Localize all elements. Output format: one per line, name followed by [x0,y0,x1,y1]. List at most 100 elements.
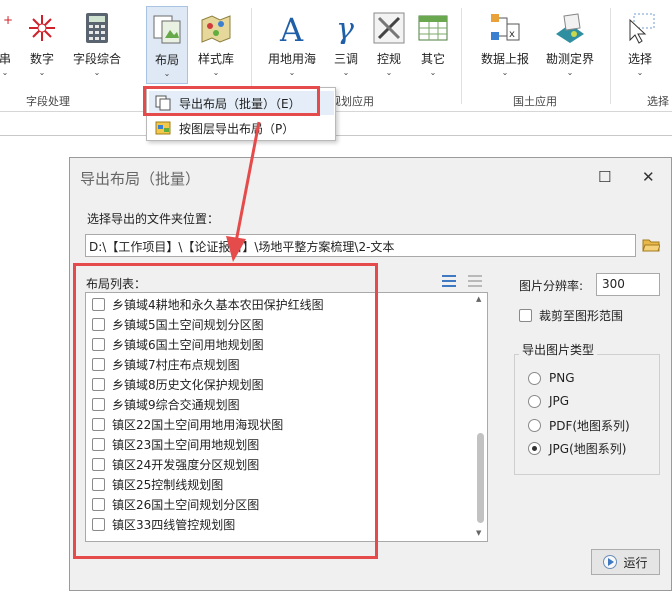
layout-copy-icon [155,95,171,111]
radio-pdf-map-series[interactable]: PDF(地图系列) [528,417,630,434]
svg-text:+: + [3,13,13,27]
chevron-down-icon: ⌄ [38,68,46,77]
group-label-field-processing: 字段处理 [26,95,70,108]
scroll-up-icon[interactable]: ▲ [476,295,481,303]
checkbox[interactable] [92,397,105,411]
ribbon-bottom-strip [0,112,672,136]
radio-button[interactable] [528,419,541,432]
checkbox[interactable] [92,517,105,531]
checkbox[interactable] [92,357,105,371]
svg-text:γ: γ [336,12,354,44]
menu-item-export-by-layer[interactable]: 按图层导出布局（P） [149,116,334,140]
sparkle-number-icon [26,12,58,44]
path-label: 选择导出的文件夹位置： [87,212,220,226]
run-button[interactable]: 运行 [591,549,660,575]
layer-export-icon [155,120,171,136]
list-item[interactable]: 镇区22国土空间用地用海现状图 [92,414,283,434]
chevron-down-icon: ⌄ [385,68,393,77]
list-item[interactable]: 乡镇域6国土空间用地规划图 [92,334,264,354]
resolution-label: 图片分辨率: [519,279,584,293]
table-icon [417,12,449,44]
list-item[interactable]: 镇区33四线管控规划图 [92,514,235,534]
checkbox[interactable] [92,417,105,431]
ribbon-button-land-sea[interactable]: A 用地用海 ⌄ [264,6,320,84]
survey-icon [554,12,586,44]
ribbon-separator [610,8,611,104]
group-label-planning: 规划应用 [330,95,374,108]
checkbox[interactable] [92,457,105,471]
image-type-legend: 导出图片类型 [519,341,598,358]
chevron-down-icon: ⌄ [636,68,644,77]
chevron-down-icon: ⌄ [342,68,350,77]
radio-button-selected[interactable] [528,442,541,455]
letter-a-icon: A [276,11,308,49]
select-cursor-icon [624,12,656,44]
list-item[interactable]: 乡镇域5国土空间规划分区图 [92,314,264,334]
folder-path-input[interactable]: D:\【工作项目】\【论证报告】\场地平整方案梳理\2-文本 [85,234,636,257]
checkbox[interactable] [92,297,105,311]
chevron-down-icon: ⌄ [163,69,171,78]
ribbon-button-data-report[interactable]: x 数据上报 ⌄ [476,6,534,84]
maximize-button[interactable]: ☐ [598,168,611,186]
crop-checkbox[interactable] [519,309,532,322]
chevron-down-icon: ⌄ [93,68,101,77]
svg-text:A: A [279,12,304,44]
chevron-down-icon: ⌄ [1,68,9,77]
ribbon-separator [461,8,462,104]
deselect-all-icon[interactable] [468,275,482,287]
layout-listbox[interactable]: 乡镇域4耕地和永久基本农田保护红线图 乡镇域5国土空间规划分区图 乡镇域6国土空… [85,292,488,542]
ribbon-button-layout[interactable]: 布局 ⌄ [146,6,188,84]
svg-text:x: x [509,29,515,40]
radio-jpg[interactable]: JPG [528,394,569,408]
ribbon-button-number[interactable]: 数字 ⌄ [24,6,60,84]
radio-button[interactable] [528,371,541,385]
list-item[interactable]: 乡镇域8历史文化保护规划图 [92,374,264,394]
sparkle-icon: + [0,12,21,44]
checkbox[interactable] [92,337,105,351]
crop-checkbox-row[interactable]: 裁剪至图形范围 [519,307,623,324]
menu-item-export-layout-batch[interactable]: 导出布局（批量）（E） [149,91,334,115]
ribbon-button-sandiao[interactable]: γ 三调 ⌄ [330,6,362,84]
ribbon-button-field-summary[interactable]: 字段综合 ⌄ [70,6,124,84]
layout-dropdown-menu: 导出布局（批量）（E） 按图层导出布局（P） [146,87,336,141]
scrollbar-thumb[interactable] [477,433,484,523]
list-item[interactable]: 镇区24开发强度分区规划图 [92,454,259,474]
list-scrollbar[interactable]: ▲ ▼ [475,295,485,539]
dialog-title: 导出布局（批量） [80,170,201,188]
list-item[interactable]: 镇区25控制线规划图 [92,474,223,494]
select-all-icon[interactable] [442,275,456,287]
close-button[interactable]: ✕ [642,168,655,186]
ribbon-button-style-library[interactable]: 样式库 ⌄ [194,6,238,84]
radio-jpg-map-series[interactable]: JPG(地图系列) [528,440,626,457]
data-report-icon: x [489,12,521,44]
export-layout-dialog: 导出布局（批量） ☐ ✕ 选择导出的文件夹位置： D:\【工作项目】\【论证报告… [69,157,672,591]
checkbox[interactable] [92,477,105,491]
checkbox[interactable] [92,497,105,511]
list-item[interactable]: 镇区23国土空间用地规划图 [92,434,259,454]
style-library-icon [200,12,232,44]
ribbon-button-konggui[interactable]: 控规 ⌄ [372,6,406,84]
ribbon-button-other[interactable]: 其它 ⌄ [416,6,450,84]
folder-open-icon[interactable] [642,237,661,253]
checkbox[interactable] [92,437,105,451]
scroll-down-icon[interactable]: ▼ [476,529,481,537]
list-item[interactable]: 乡镇域9综合交通规划图 [92,394,240,414]
chevron-down-icon: ⌄ [288,68,296,77]
layout-icon [151,13,183,45]
checkbox[interactable] [92,377,105,391]
radio-button[interactable] [528,394,541,408]
checkbox[interactable] [92,317,105,331]
chevron-down-icon: ⌄ [501,68,509,77]
list-item[interactable]: 乡镇域4耕地和永久基本农田保护红线图 [92,294,324,314]
resolution-input[interactable]: 300 [596,273,660,296]
ribbon-button-select[interactable]: 选择 ⌄ [620,6,660,84]
radio-png[interactable]: PNG [528,371,575,385]
chevron-down-icon: ⌄ [212,68,220,77]
list-item[interactable]: 镇区26国土空间规划分区图 [92,494,259,514]
ribbon-button-survey[interactable]: 勘测定界 ⌄ [542,6,598,84]
list-item[interactable]: 乡镇域7村庄布点规划图 [92,354,240,374]
chevron-down-icon: ⌄ [429,68,437,77]
ribbon-button-chuan[interactable]: + 串 ⌄ [0,6,22,84]
gamma-icon: γ [330,12,362,47]
tools-icon [373,12,405,44]
